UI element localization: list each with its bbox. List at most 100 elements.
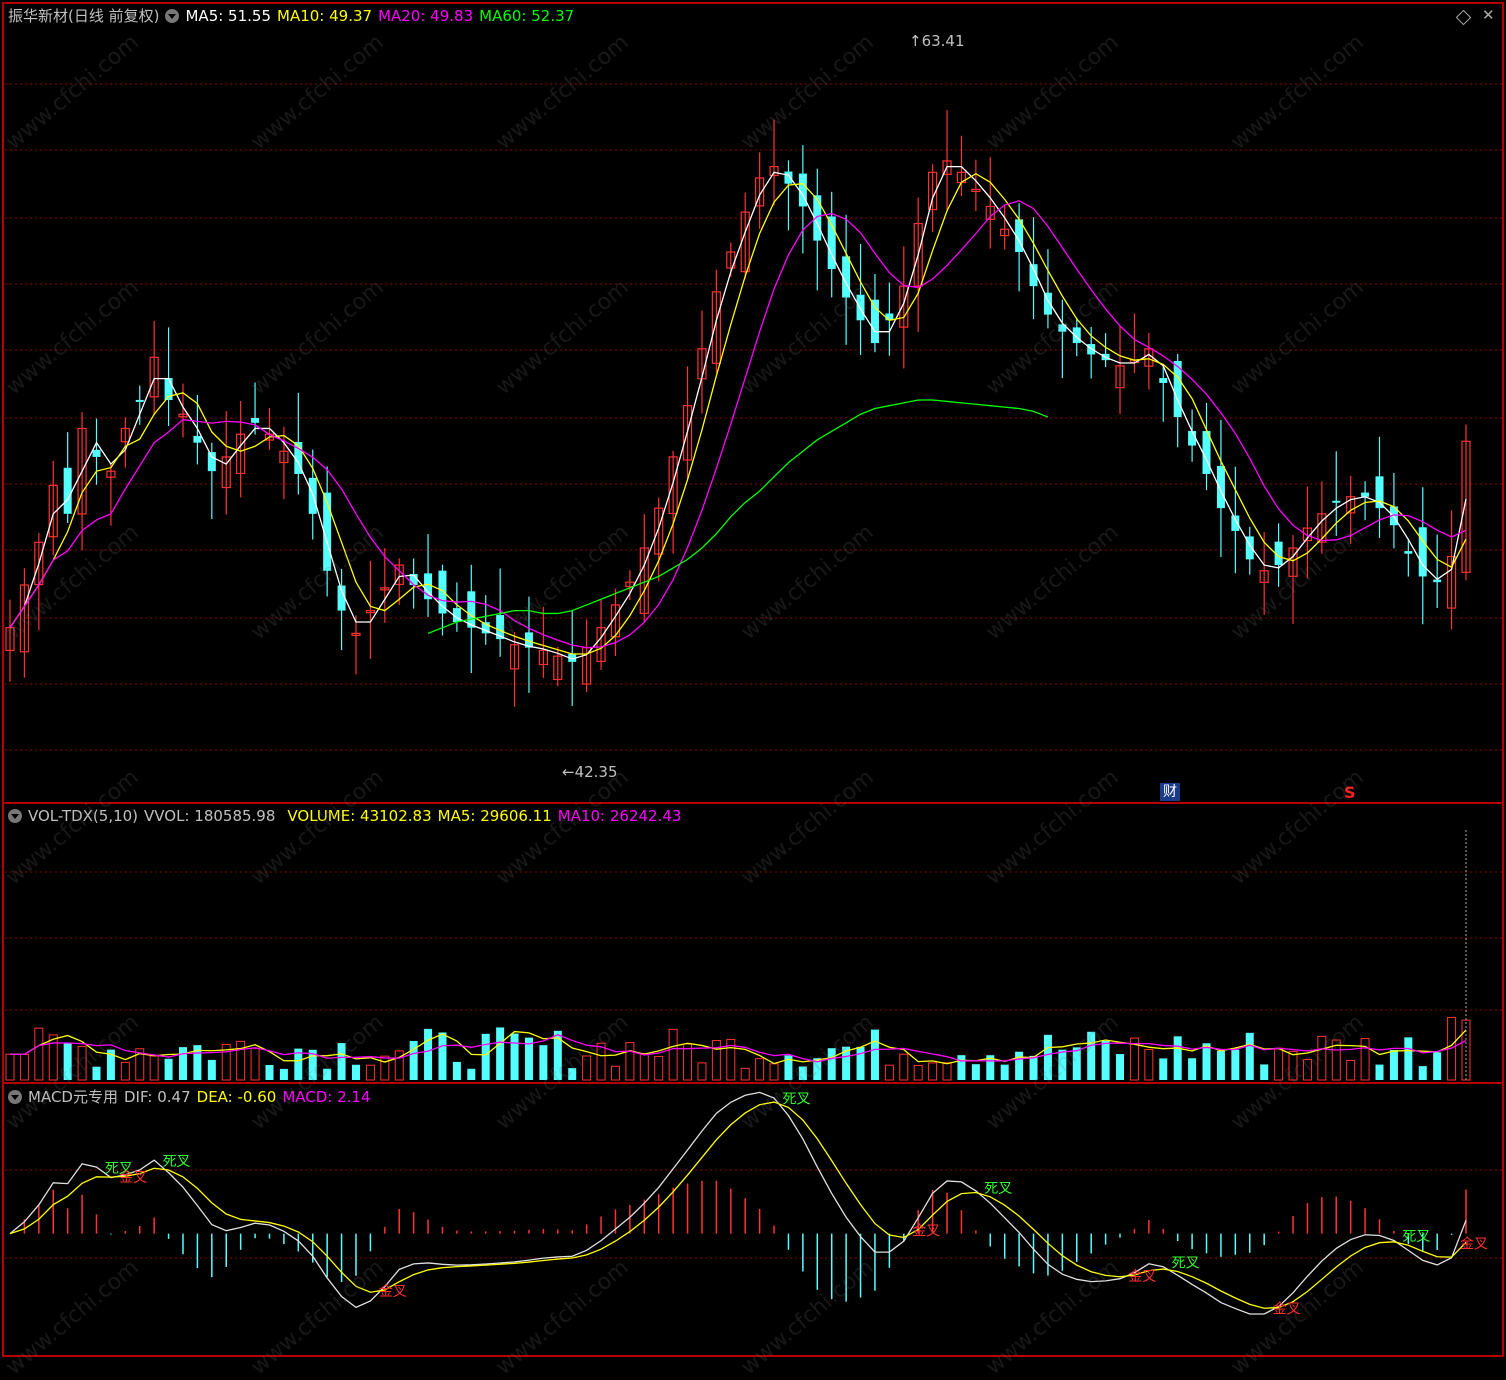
volume-bar-down: [1116, 1054, 1125, 1080]
death-cross-label: 死叉: [1172, 1256, 1200, 1272]
volume-bar-down: [1029, 1055, 1038, 1080]
candle-down: [193, 435, 202, 443]
candle-down: [1216, 465, 1225, 509]
dropdown-icon[interactable]: [8, 1090, 22, 1104]
volume-bar-up: [149, 1055, 159, 1081]
golden-cross-label: 金叉: [1460, 1236, 1488, 1252]
volume-bar-down: [1389, 1049, 1398, 1080]
volume-bar-down: [424, 1028, 433, 1080]
dropdown-icon[interactable]: [8, 809, 22, 823]
vol-indicator-name[interactable]: VOL-TDX(5,10): [28, 807, 138, 825]
volume-bar-down: [510, 1033, 519, 1080]
candle-down: [467, 591, 476, 628]
candle-down: [856, 294, 865, 321]
golden-cross-label: 金叉: [1128, 1269, 1156, 1285]
volume-bar-up: [34, 1027, 44, 1081]
volume-bar-up: [711, 1039, 721, 1081]
vol-ma10-value: MA10: 26242.43: [557, 807, 682, 825]
death-cross-label: 死叉: [984, 1181, 1012, 1197]
volume-bar-up: [740, 1067, 750, 1081]
close-icon[interactable]: ✕: [1482, 6, 1495, 24]
volume-bar-up: [19, 1053, 29, 1081]
volume-bar-down: [1072, 1047, 1081, 1080]
volume-bar-up: [365, 1064, 375, 1081]
volume-bar-down: [1058, 1049, 1067, 1080]
price-header: 振华新材(日线 前复权) MA5: 51.55 MA10: 49.37 MA20: 4…: [8, 6, 580, 26]
volume-bar-up: [250, 1047, 260, 1081]
candle-down: [251, 417, 260, 423]
dropdown-icon[interactable]: [165, 9, 180, 23]
volume-bar-down: [1433, 1052, 1442, 1080]
volume-bar-down: [971, 1064, 980, 1080]
ma20-value: MA20: 49.83: [378, 7, 474, 25]
volume-bar-down: [798, 1066, 807, 1080]
ma5-value: MA5: 51.55: [185, 7, 271, 25]
death-cross-label: 死叉: [1402, 1229, 1430, 1245]
candle-down: [1159, 378, 1168, 383]
volume-bar-up: [380, 1055, 390, 1081]
golden-cross-label: 金叉: [119, 1170, 147, 1186]
dif-line: [9, 1091, 1467, 1315]
volume-bar-up: [769, 1063, 779, 1081]
volume-bar-down: [568, 1068, 577, 1080]
vol-ma5-value: MA5: 29606.11: [437, 807, 552, 825]
low-price-label: ←42.35: [562, 763, 618, 781]
volume-bar-down: [1375, 1064, 1384, 1080]
volume-bar-down: [1000, 1064, 1009, 1080]
volume-bar-down: [957, 1055, 966, 1080]
dea-value: DEA: -0.60: [196, 1088, 277, 1106]
volume-bar-down: [438, 1032, 447, 1080]
dea-line: [9, 1101, 1467, 1309]
volume-bar-down: [279, 1068, 288, 1080]
macd-value: MACD: 2.14: [282, 1088, 371, 1106]
volume-bar-up: [610, 1065, 620, 1081]
volume-bar-down: [1216, 1050, 1225, 1080]
volume-bar-down: [1404, 1037, 1413, 1080]
volume-bar-up: [928, 1062, 938, 1081]
macd-indicator-name[interactable]: MACD元专用: [28, 1088, 118, 1106]
volume-bar-down: [1260, 1064, 1269, 1080]
volume-bar-up: [1274, 1047, 1284, 1081]
volume-bar-down: [337, 1043, 346, 1080]
volume-bar-down: [1159, 1058, 1168, 1080]
volume-bar-up: [639, 1052, 649, 1081]
volume-bar-down: [481, 1033, 490, 1080]
volume-bar-down: [1015, 1051, 1024, 1080]
volume-bar-up: [683, 1043, 693, 1081]
volume-bar-up: [1317, 1035, 1327, 1081]
volume-bar-up: [625, 1042, 635, 1081]
death-cross-label: 死叉: [782, 1091, 810, 1107]
volume-bar-up: [1360, 1038, 1370, 1081]
volume-bar-up: [899, 1053, 909, 1081]
volume-bar-down: [63, 1043, 72, 1080]
kline-chart: 死叉金叉死叉金叉死叉金叉死叉金叉死叉金叉死叉 金叉: [2, 2, 1504, 1357]
volume-bar-up: [5, 1053, 15, 1081]
high-price-label: ↑63.41: [909, 32, 965, 50]
high-price-value: 63.41: [921, 32, 965, 50]
volume-bar-up: [596, 1042, 606, 1081]
volume-value: VOLUME: 43102.83: [287, 807, 432, 825]
death-cross-label: 死叉: [163, 1154, 191, 1170]
volume-bar-up: [668, 1028, 678, 1081]
stock-title[interactable]: 振华新材(日线 前复权): [8, 7, 159, 25]
volume-bar-up: [913, 1064, 923, 1081]
volume-bar-down: [178, 1047, 187, 1080]
vvol-value: VVOL: 180585.98: [144, 807, 276, 825]
golden-cross-label: 金叉: [912, 1224, 940, 1240]
sell-signal-badge[interactable]: S: [1344, 783, 1356, 802]
volume-bar-down: [1101, 1040, 1110, 1080]
volume-bar-down: [496, 1027, 505, 1080]
volume-header: VOL-TDX(5,10) VVOL: 180585.98 VOLUME: 4310…: [8, 806, 687, 826]
financial-report-badge[interactable]: 财: [1160, 783, 1180, 801]
volume-bar-down: [207, 1059, 216, 1080]
golden-cross-label: 金叉: [379, 1284, 407, 1300]
volume-bar-down: [1202, 1043, 1211, 1080]
volume-bar-up: [1288, 1050, 1298, 1081]
volume-bar-up: [582, 1055, 592, 1081]
candle-down: [1375, 476, 1384, 509]
volume-bar-up: [942, 1062, 952, 1081]
candle-down: [207, 452, 216, 472]
volume-bar-down: [870, 1029, 879, 1080]
volume-bar-down: [1173, 1036, 1182, 1080]
candle-down: [784, 171, 793, 184]
